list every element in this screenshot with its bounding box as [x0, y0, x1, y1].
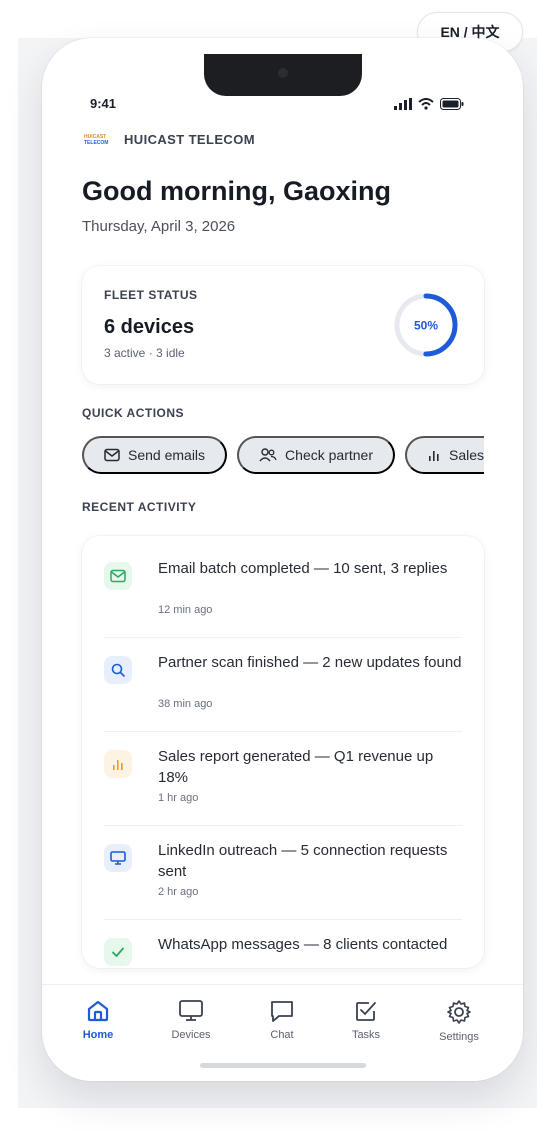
chip-label: Sales report — [448, 447, 484, 463]
activity-text: LinkedIn outreach — 5 connection request… — [158, 842, 448, 880]
tab-label: Tasks — [351, 1029, 381, 1041]
check-icon — [112, 947, 124, 957]
activity-text: Partner scan finished — 2 new updates fo… — [158, 654, 462, 671]
activity-time: 1 hr ago — [158, 792, 199, 804]
check-partner-button[interactable]: Check partner — [237, 436, 395, 474]
fleet-summary: 3 active · 3 idle — [104, 346, 185, 360]
activity-icon-box — [104, 750, 132, 778]
status-time: 9:41 — [90, 96, 117, 111]
battery-icon — [440, 98, 464, 110]
activity-icon-box — [104, 844, 132, 872]
signal-icon — [394, 98, 412, 110]
monitor-icon — [179, 1000, 203, 1021]
tab-tasks[interactable]: Tasks — [331, 999, 401, 1041]
fleet-status-card[interactable]: FLEET STATUS 6 devices 3 active · 3 idle… — [82, 266, 484, 384]
tab-label: Home — [82, 1029, 114, 1041]
list-item[interactable]: Email batch completed — 10 sent, 3 repli… — [104, 544, 462, 638]
mail-icon — [104, 448, 120, 462]
list-item[interactable]: WhatsApp messages — 8 clients contacted — [104, 920, 462, 968]
tab-label: Chat — [270, 1029, 294, 1041]
tab-settings[interactable]: Settings — [424, 999, 494, 1043]
tab-label: Settings — [439, 1031, 479, 1043]
activity-text: WhatsApp messages — 8 clients contacted — [158, 936, 448, 953]
recent-activity-title: RECENT ACTIVITY — [82, 500, 197, 514]
tasks-icon — [356, 1002, 376, 1021]
tab-chat[interactable]: Chat — [247, 999, 317, 1041]
bar-chart-icon — [113, 760, 123, 770]
tab-home[interactable]: Home — [63, 999, 133, 1041]
home-icon — [87, 1000, 109, 1022]
activity-time: 2 hr ago — [158, 886, 199, 898]
quick-actions-title: QUICK ACTIONS — [82, 406, 185, 420]
activity-icon-box — [104, 938, 132, 966]
ring-percent: 50% — [414, 319, 438, 333]
status-icons — [394, 98, 464, 110]
logo-line-bottom: TELECOM — [84, 139, 109, 146]
activity-text: Email batch completed — 10 sent, 3 repli… — [158, 560, 448, 577]
brand-name: HUICAST TELECOM — [124, 132, 255, 147]
activity-icon-box — [104, 562, 132, 590]
phone-frame: 9:41 HUICAST TELECOM HUICAST TELECOM Goo… — [42, 38, 523, 1081]
phone-notch — [204, 54, 362, 96]
brand: HUICAST TELECOM HUICAST TELECOM — [84, 132, 255, 147]
sales-report-button[interactable]: Sales report — [404, 436, 484, 474]
search-icon — [111, 663, 125, 677]
chip-label: Send emails — [128, 447, 206, 463]
page-title: Good morning, Gaoxing — [82, 176, 391, 206]
camera-dot — [278, 68, 288, 78]
fleet-count: 6 devices — [104, 316, 195, 338]
list-item[interactable]: Sales report generated — Q1 revenue up 1… — [104, 732, 462, 826]
list-item[interactable]: LinkedIn outreach — 5 connection request… — [104, 826, 462, 920]
chat-icon — [271, 1001, 293, 1022]
brand-logo: HUICAST TELECOM — [84, 133, 114, 147]
fleet-progress-ring: 50% — [394, 293, 458, 357]
tab-label: Devices — [171, 1029, 211, 1041]
activity-list[interactable]: Email batch completed — 10 sent, 3 repli… — [82, 536, 484, 968]
bar-chart-icon — [428, 451, 439, 461]
gear-icon — [447, 1000, 471, 1024]
tab-devices[interactable]: Devices — [156, 999, 226, 1041]
date-label: Thursday, April 3, 2026 — [82, 218, 236, 235]
activity-time: 12 min ago — [158, 604, 213, 616]
home-indicator — [200, 1063, 366, 1068]
users-icon — [259, 448, 277, 462]
monitor-icon — [110, 851, 126, 865]
chip-label: Check partner — [285, 447, 373, 463]
activity-text: Sales report generated — Q1 revenue up 1… — [158, 748, 434, 786]
activity-time: 38 min ago — [158, 698, 213, 710]
bottom-tab-bar: Home Devices Chat Tasks Settings — [42, 984, 523, 1081]
quick-actions-row[interactable]: Send emails Check partner Sales report — [82, 436, 484, 474]
fleet-label: FLEET STATUS — [104, 288, 198, 302]
list-item[interactable]: Partner scan finished — 2 new updates fo… — [104, 638, 462, 732]
wifi-icon — [418, 98, 434, 110]
send-emails-button[interactable]: Send emails — [82, 436, 228, 474]
mail-icon — [110, 569, 126, 583]
activity-icon-box — [104, 656, 132, 684]
